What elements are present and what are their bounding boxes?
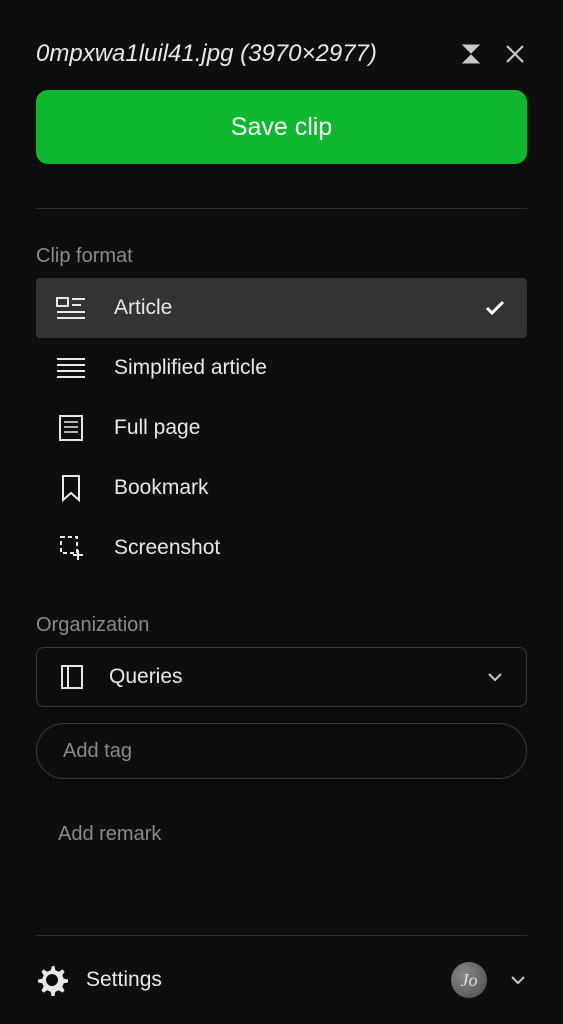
format-item-article[interactable]: Article [36,278,527,338]
format-label: Screenshot [114,536,507,560]
format-item-bookmark[interactable]: Bookmark [36,458,527,518]
format-label: Full page [114,416,507,440]
check-icon [483,296,507,320]
format-item-screenshot[interactable]: Screenshot [36,518,527,578]
format-label: Simplified article [114,356,507,380]
tag-input[interactable]: Add tag [36,723,527,779]
tag-placeholder: Add tag [63,740,132,763]
format-item-fullpage[interactable]: Full page [36,398,527,458]
save-clip-button[interactable]: Save clip [36,90,527,164]
chevron-down-icon [486,668,504,686]
settings-button[interactable]: Settings [86,968,451,992]
bookmark-icon [56,473,86,503]
page-title: 0mpxwa1luil41.jpg (3970×2977) [36,40,377,68]
simplified-article-icon [56,353,86,383]
clip-format-list: Article Simplified article Full page [36,278,527,578]
article-icon [56,293,86,323]
screenshot-icon [56,533,86,563]
divider [36,935,527,936]
gear-icon[interactable] [36,964,68,996]
organization-label: Organization [36,614,527,637]
chevron-down-icon[interactable] [509,971,527,989]
format-label: Article [114,296,483,320]
clip-format-label: Clip format [36,245,527,268]
full-page-icon [56,413,86,443]
avatar[interactable]: Jo [451,962,487,998]
add-remark-button[interactable]: Add remark [36,823,527,846]
notebook-select[interactable]: Queries [36,647,527,707]
remark-label: Add remark [58,823,161,845]
close-icon[interactable] [503,42,527,66]
format-item-simplified[interactable]: Simplified article [36,338,527,398]
format-label: Bookmark [114,476,507,500]
hourglass-icon[interactable] [459,42,483,66]
notebook-icon [59,664,85,690]
notebook-label: Queries [109,665,486,689]
divider [36,208,527,209]
save-clip-label: Save clip [231,113,332,142]
